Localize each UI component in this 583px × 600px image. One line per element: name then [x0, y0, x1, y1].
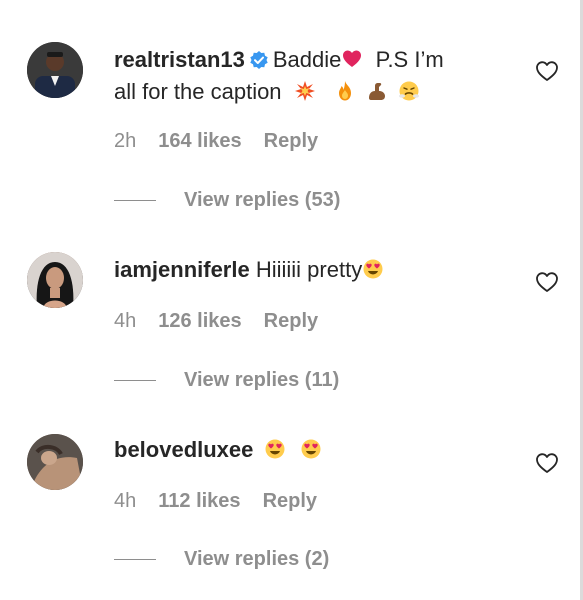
like-heart-icon[interactable] [535, 60, 559, 82]
avatar-image-icon [27, 252, 83, 308]
comment-body: Hiiiiii pretty [255, 257, 363, 282]
face-with-steam-icon [399, 81, 420, 101]
view-replies[interactable]: View replies (11) [114, 369, 339, 393]
comment-time[interactable]: 4h [114, 490, 136, 512]
comment-time[interactable]: 4h [114, 310, 136, 332]
likes-count[interactable]: 112 likes [158, 490, 240, 512]
view-replies-button[interactable]: View replies (53) [184, 189, 340, 211]
view-replies-button[interactable]: View replies (11) [184, 369, 339, 391]
view-replies[interactable]: View replies (53) [114, 189, 340, 213]
reply-button[interactable]: Reply [264, 130, 318, 152]
comment-meta: 2h 164 likes Reply [114, 130, 340, 153]
red-heart-icon [343, 50, 362, 67]
fire-icon [338, 81, 351, 101]
avatar-image-icon [27, 42, 83, 98]
like-heart-icon[interactable] [535, 271, 559, 293]
avatar-image-icon [27, 434, 83, 490]
comment-body-line2: all for the caption [114, 79, 282, 104]
comment-meta: 4h 112 likes Reply [114, 490, 339, 513]
avatar[interactable] [27, 42, 83, 98]
view-replies-divider [114, 559, 156, 561]
username-link[interactable]: iamjenniferle [114, 257, 250, 282]
view-replies-button[interactable]: View replies (2) [184, 548, 329, 570]
heart-eyes-icon [363, 259, 383, 279]
comment-body: Baddie [272, 47, 342, 72]
comment-text: belovedluxee [114, 434, 524, 466]
flexed-biceps-icon [368, 83, 385, 100]
likes-count[interactable]: 164 likes [158, 130, 241, 152]
likes-count[interactable]: 126 likes [158, 310, 241, 332]
comment-body-cont: P.S I’m [363, 47, 444, 72]
comment-text: iamjenniferle Hiiiiii pretty [114, 254, 524, 286]
heart-eyes-icon [301, 439, 321, 459]
heart-eyes-icon [265, 439, 285, 459]
comment-meta: 4h 126 likes Reply [114, 310, 340, 333]
avatar[interactable] [27, 434, 83, 490]
comment-time[interactable]: 2h [114, 130, 136, 152]
view-replies-divider [114, 380, 156, 382]
reply-button[interactable]: Reply [263, 490, 317, 512]
reply-button[interactable]: Reply [264, 310, 318, 332]
view-replies-divider [114, 200, 156, 202]
username-link[interactable]: realtristan13 [114, 47, 245, 72]
view-replies[interactable]: View replies (2) [114, 548, 329, 572]
username-link[interactable]: belovedluxee [114, 437, 253, 462]
collision-icon [294, 81, 315, 101]
verified-badge-icon [250, 51, 268, 69]
like-heart-icon[interactable] [535, 452, 559, 474]
comment-text: realtristan13 Baddie P.S I’m all for the… [114, 44, 524, 108]
avatar[interactable] [27, 252, 83, 308]
